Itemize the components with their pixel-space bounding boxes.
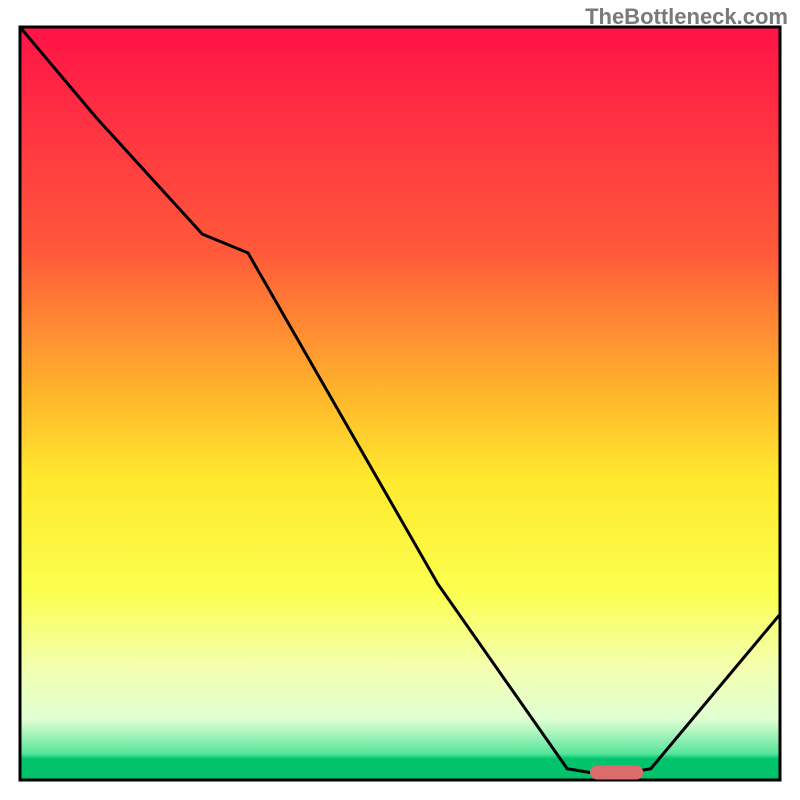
bottleneck-chart	[0, 0, 800, 800]
chart-background	[20, 27, 780, 780]
watermark-text: TheBottleneck.com	[585, 4, 788, 30]
optimal-marker	[590, 766, 643, 780]
